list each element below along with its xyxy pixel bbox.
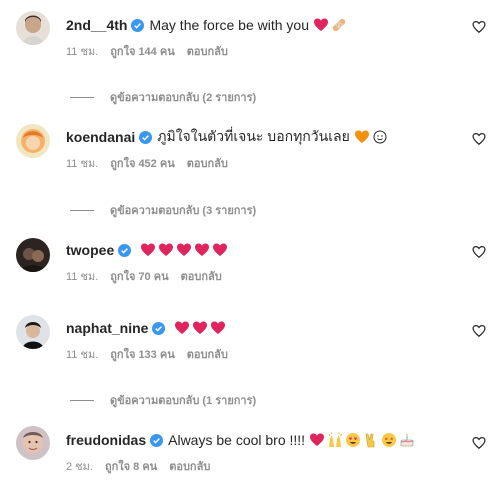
verified-badge-icon xyxy=(131,18,145,32)
red-heart-icon xyxy=(158,242,174,258)
comment-meta: 11 ชม. ถูกใจ 144 คน ตอบกลับ xyxy=(66,44,460,58)
bandage-icon xyxy=(331,17,347,33)
heart-outline-icon[interactable] xyxy=(472,324,486,338)
reply-button[interactable]: ตอบกลับ xyxy=(187,42,228,60)
view-replies-label: ดูข้อความตอบกลับ (1 รายการ) xyxy=(110,395,257,407)
verified-badge-icon xyxy=(150,433,164,447)
reply-button[interactable]: ตอบกลับ xyxy=(181,267,222,285)
verified-badge-icon xyxy=(118,243,132,257)
view-replies-button[interactable]: ดูข้อความตอบกลับ (1 รายการ) xyxy=(70,391,256,409)
comment-text: Always be cool bro !!!! xyxy=(168,432,306,448)
divider xyxy=(70,96,94,98)
avatar[interactable] xyxy=(16,11,50,45)
emoji-group xyxy=(313,17,349,33)
username[interactable]: naphat_nine xyxy=(66,320,148,336)
comment-meta: 2 ชม. ถูกใจ 8 คน ตอบกลับ xyxy=(66,459,460,473)
emoji-group xyxy=(140,242,230,258)
emoji-group xyxy=(309,432,417,448)
red-heart-icon xyxy=(210,320,226,336)
timestamp: 11 ชม. xyxy=(66,271,99,283)
username[interactable]: twopee xyxy=(66,242,114,258)
red-heart-icon xyxy=(176,242,192,258)
reply-button[interactable]: ตอบกลับ xyxy=(187,345,228,363)
comment-text: ภูมิใจในตัวที่เจนะ บอกทุกวันเลย xyxy=(157,128,350,144)
username[interactable]: 2nd__4th xyxy=(66,17,127,33)
star-struck-icon xyxy=(381,432,397,448)
like-count[interactable]: ถูกใจ 144 คน xyxy=(110,42,174,60)
timestamp: 2 ชม. xyxy=(66,461,93,473)
like-count[interactable]: ถูกใจ 8 คน xyxy=(105,457,157,475)
timestamp: 11 ชม. xyxy=(66,349,99,361)
view-replies-button[interactable]: ดูข้อความตอบกลับ (3 รายการ) xyxy=(70,201,256,219)
timestamp: 11 ชม. xyxy=(66,158,99,170)
heart-outline-icon[interactable] xyxy=(472,20,486,34)
timestamp: 11 ชม. xyxy=(66,46,99,58)
red-heart-icon xyxy=(174,320,190,336)
red-heart-icon xyxy=(140,242,156,258)
avatar[interactable] xyxy=(16,238,50,272)
red-heart-icon xyxy=(192,320,208,336)
comment-meta: 11 ชม. ถูกใจ 452 คน ตอบกลับ xyxy=(66,156,460,170)
divider xyxy=(70,209,94,211)
avatar[interactable] xyxy=(16,124,50,158)
like-count[interactable]: ถูกใจ 133 คน xyxy=(110,345,174,363)
heart-eyes-icon xyxy=(345,432,361,448)
red-heart-icon xyxy=(194,242,210,258)
emoji-group xyxy=(174,320,228,336)
raised-hands-icon xyxy=(327,432,343,448)
view-replies-button[interactable]: ดูข้อความตอบกลับ (2 รายการ) xyxy=(70,88,256,106)
orange-heart-icon xyxy=(354,129,370,145)
view-replies-label: ดูข้อความตอบกลับ (3 รายการ) xyxy=(110,205,257,217)
cake-icon xyxy=(399,432,415,448)
view-replies-label: ดูข้อความตอบกลับ (2 รายการ) xyxy=(110,92,257,104)
comment-meta: 11 ชม. ถูกใจ 133 คน ตอบกลับ xyxy=(66,347,460,361)
comment-list: 2nd__4th May the force be with you 11 ชม… xyxy=(0,0,500,495)
like-count[interactable]: ถูกใจ 70 คน xyxy=(110,267,168,285)
heart-outline-icon[interactable] xyxy=(472,436,486,450)
heart-outline-icon[interactable] xyxy=(472,132,486,146)
red-heart-icon xyxy=(212,242,228,258)
victory-hand-icon xyxy=(363,432,379,448)
reply-button[interactable]: ตอบกลับ xyxy=(187,154,228,172)
verified-badge-icon xyxy=(152,321,166,335)
heart-outline-icon[interactable] xyxy=(472,245,486,259)
avatar[interactable] xyxy=(16,315,50,349)
username[interactable]: koendanai xyxy=(66,129,135,145)
divider xyxy=(70,399,94,401)
username[interactable]: freudonidas xyxy=(66,432,146,448)
reply-button[interactable]: ตอบกลับ xyxy=(169,457,210,475)
comment-text: May the force be with you xyxy=(149,17,309,33)
emoji-group xyxy=(354,129,390,145)
verified-badge-icon xyxy=(139,130,153,144)
avatar[interactable] xyxy=(16,426,50,460)
red-heart-icon xyxy=(309,432,325,448)
smile-icon xyxy=(372,129,388,145)
like-count[interactable]: ถูกใจ 452 คน xyxy=(110,154,174,172)
comment-meta: 11 ชม. ถูกใจ 70 คน ตอบกลับ xyxy=(66,269,460,283)
red-heart-icon xyxy=(313,17,329,33)
